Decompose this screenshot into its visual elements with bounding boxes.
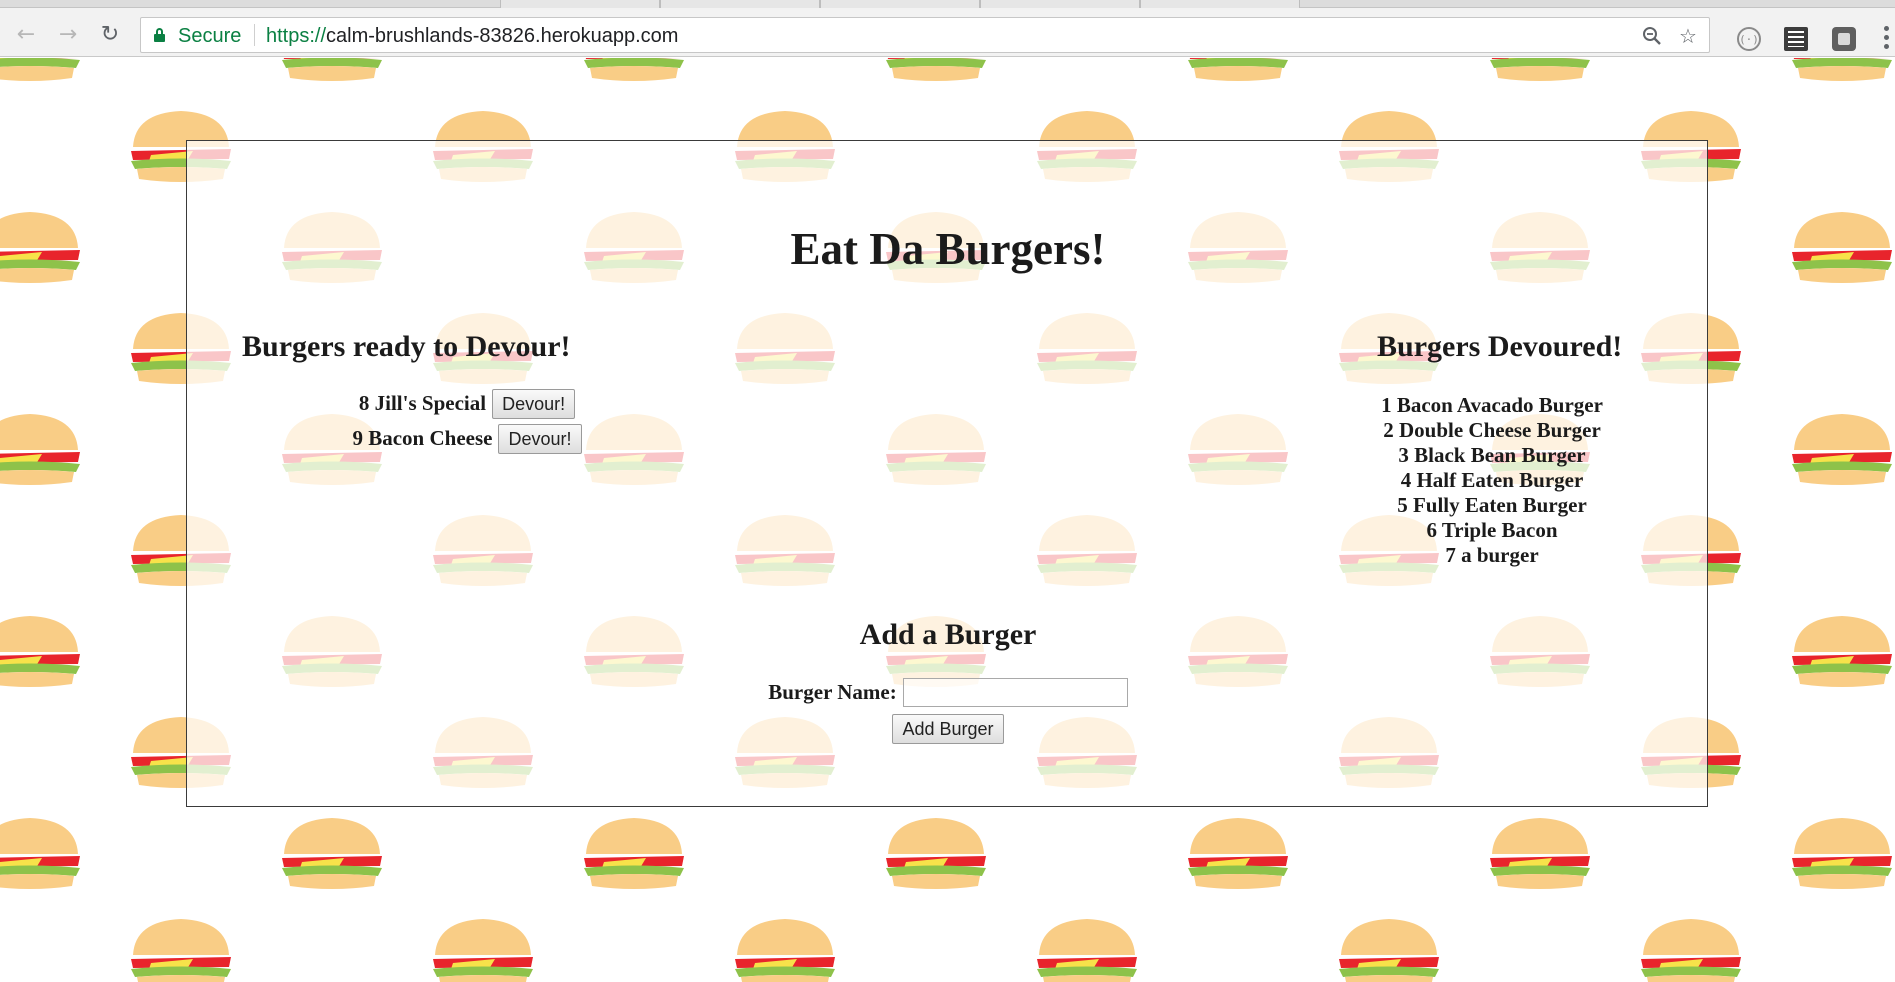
devoured-burger-item: 4 Half Eaten Burger [1400, 468, 1584, 492]
secure-label: Secure [178, 25, 242, 47]
devoured-burger-item: 6 Triple Bacon [1426, 518, 1558, 542]
burger-form-row: Burger Name: [187, 678, 1709, 707]
burger-label: 9 Bacon Cheese [352, 426, 493, 450]
devour-button[interactable]: Devour! [498, 423, 582, 454]
forward-arrow-icon[interactable]: → [54, 20, 82, 48]
ready-burger-row: 9 Bacon Cheese Devour! [187, 421, 747, 456]
browser-tab[interactable] [500, 0, 660, 8]
add-burger-button[interactable]: Add Burger [892, 714, 1004, 744]
devoured-burgers-list: 1 Bacon Avacado Burger 2 Double Cheese B… [1337, 393, 1647, 568]
reload-icon[interactable]: ↻ [96, 20, 124, 48]
browser-tab[interactable] [1140, 0, 1300, 8]
browser-toolbar: ← → ↻ Secure https://calm-brushlands-838… [0, 8, 1895, 57]
devoured-burger-item: 2 Double Cheese Burger [1383, 418, 1601, 442]
devoured-burger-item: 1 Bacon Avacado Burger [1381, 393, 1603, 417]
extension-icon[interactable] [1784, 27, 1808, 51]
burger-name-label: Burger Name: [768, 680, 897, 704]
content-panel: Eat Da Burgers! Burgers ready to Devour!… [186, 140, 1708, 807]
burger-label: 8 Jill's Special [358, 391, 487, 415]
url-host: calm-brushlands-83826.herokuapp.com [326, 25, 679, 47]
zoom-icon[interactable] [1639, 23, 1665, 49]
browser-tab[interactable] [980, 0, 1140, 8]
extension-icon[interactable]: (·) [1737, 27, 1761, 51]
devour-button[interactable]: Devour! [492, 388, 576, 419]
browser-tab[interactable] [820, 0, 980, 8]
page-title: Eat Da Burgers! [790, 224, 1106, 274]
browser-tab[interactable] [660, 0, 820, 8]
url-text[interactable]: https://calm-brushlands-83826.herokuapp.… [266, 25, 678, 48]
tab-strip [0, 0, 1895, 8]
add-burger-heading: Add a Burger [859, 618, 1037, 651]
address-separator [254, 24, 255, 46]
menu-icon[interactable] [1884, 26, 1890, 54]
devoured-burger-item: 5 Fully Eaten Burger [1397, 493, 1587, 517]
devoured-burger-item: 7 a burger [1445, 543, 1539, 567]
ready-burgers-list: 8 Jill's Special Devour! 9 Bacon Cheese … [187, 386, 747, 456]
url-scheme: https:// [266, 25, 327, 47]
star-icon[interactable]: ☆ [1675, 23, 1701, 49]
burger-name-input[interactable] [902, 678, 1128, 707]
submit-row: Add Burger [187, 714, 1709, 744]
devoured-burger-item: 3 Black Bean Burger [1398, 443, 1586, 467]
ready-burger-row: 8 Jill's Special Devour! [187, 386, 747, 421]
page-viewport: Eat Da Burgers! Burgers ready to Devour!… [0, 58, 1895, 982]
address-bar[interactable]: Secure https://calm-brushlands-83826.her… [140, 17, 1710, 53]
devoured-heading: Burgers Devoured! [1377, 330, 1623, 363]
lock-icon [154, 28, 165, 42]
back-arrow-icon[interactable]: ← [12, 20, 40, 48]
extension-icon[interactable] [1832, 27, 1856, 51]
ready-heading: Burgers ready to Devour! [242, 330, 571, 363]
